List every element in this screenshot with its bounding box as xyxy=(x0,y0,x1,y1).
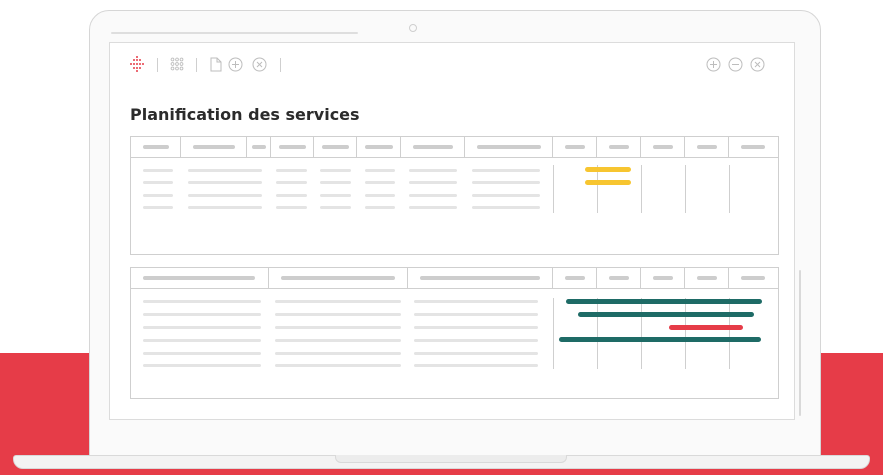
table-header xyxy=(131,268,778,289)
gantt-gridline xyxy=(685,165,686,213)
gantt-gridline xyxy=(597,165,598,213)
column-header[interactable] xyxy=(408,268,553,288)
gantt-gridline xyxy=(553,298,554,369)
toolbar-separator xyxy=(280,58,281,72)
close-window-icon[interactable] xyxy=(750,57,765,72)
gantt-gridline xyxy=(729,298,730,369)
gantt-bar[interactable] xyxy=(585,180,631,185)
scrollbar[interactable] xyxy=(799,270,801,416)
column-header[interactable] xyxy=(685,268,729,288)
zoom-out-icon[interactable] xyxy=(728,57,743,72)
gantt-gridline xyxy=(597,298,598,369)
gantt-bar[interactable] xyxy=(669,325,743,330)
gantt-gridline xyxy=(729,165,730,213)
apps-grid-icon[interactable] xyxy=(170,57,184,71)
column-header[interactable] xyxy=(401,137,465,157)
column-header[interactable] xyxy=(685,137,729,157)
gantt-gridline xyxy=(553,165,554,213)
column-header[interactable] xyxy=(269,268,408,288)
column-header[interactable] xyxy=(465,137,553,157)
laptop-notch xyxy=(335,455,567,463)
column-header[interactable] xyxy=(357,137,401,157)
gantt-bar[interactable] xyxy=(578,312,754,317)
column-header[interactable] xyxy=(131,137,181,157)
column-header[interactable] xyxy=(553,268,597,288)
column-header[interactable] xyxy=(181,137,247,157)
column-header[interactable] xyxy=(553,137,597,157)
column-header[interactable] xyxy=(271,137,314,157)
gantt-bar[interactable] xyxy=(559,337,761,342)
column-header[interactable] xyxy=(641,268,685,288)
column-header[interactable] xyxy=(729,268,780,288)
gantt-bar[interactable] xyxy=(585,167,631,172)
gantt-gridline xyxy=(641,165,642,213)
table-header xyxy=(131,137,778,158)
schedule-table-bottom xyxy=(130,267,779,399)
zoom-in-icon[interactable] xyxy=(706,57,721,72)
column-header[interactable] xyxy=(247,137,271,157)
gantt-bar[interactable] xyxy=(566,299,762,304)
toolbar-separator xyxy=(157,58,158,72)
document-icon[interactable] xyxy=(209,57,223,72)
camera-icon xyxy=(409,24,417,32)
lid-decoration xyxy=(111,32,358,34)
schedule-table-top xyxy=(130,136,779,255)
gantt-gridline xyxy=(641,298,642,369)
gantt-gridline xyxy=(685,298,686,369)
close-icon[interactable] xyxy=(252,57,267,72)
toolbar-separator xyxy=(196,58,197,72)
column-header[interactable] xyxy=(729,137,780,157)
column-header[interactable] xyxy=(131,268,269,288)
column-header[interactable] xyxy=(597,137,641,157)
page-title: Planification des services xyxy=(130,105,360,124)
add-icon[interactable] xyxy=(228,57,243,72)
column-header[interactable] xyxy=(314,137,357,157)
logo-icon[interactable] xyxy=(128,55,146,73)
column-header[interactable] xyxy=(597,268,641,288)
column-header[interactable] xyxy=(641,137,685,157)
